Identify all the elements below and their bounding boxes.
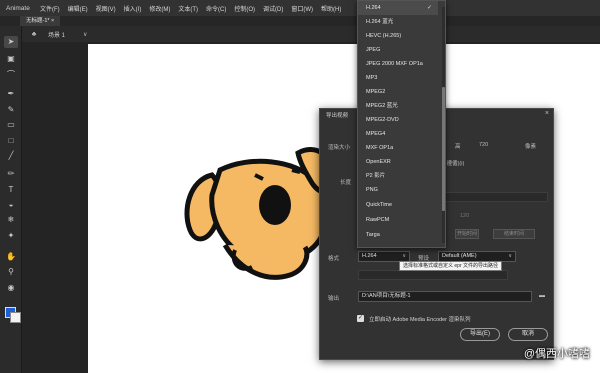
- dog-body: [222, 243, 310, 280]
- range-dropdown[interactable]: [430, 192, 548, 202]
- format-option-mpeg2[interactable]: MPEG2: [358, 85, 438, 99]
- document-tab-bar: 无标题-1* ×: [0, 16, 600, 26]
- pin-tool-icon[interactable]: ✦: [4, 230, 18, 242]
- dog-mouth: [259, 185, 291, 225]
- format-option-mpeg2-bluray[interactable]: MPEG2 蓝光: [358, 99, 438, 113]
- height-value[interactable]: 720: [479, 142, 488, 148]
- paint-bucket-icon[interactable]: ◒: [4, 199, 18, 211]
- chevron-down-icon: ∨: [508, 253, 512, 259]
- pencil-tool-icon[interactable]: ✏: [4, 168, 18, 180]
- output-path-field[interactable]: D:\AN项目\无标题-1: [358, 291, 532, 302]
- height-label: 高: [455, 144, 461, 150]
- dog-eye-right: [291, 168, 301, 174]
- format-select-value: H.264: [362, 253, 377, 259]
- launch-ame-label: 立即启动 Adobe Media Encoder 渲染队列: [369, 317, 471, 323]
- end-time-button[interactable]: 结束时间: [493, 229, 535, 239]
- folder-icon[interactable]: ▬: [539, 293, 548, 300]
- hand-tool-icon[interactable]: ✋: [4, 251, 18, 263]
- format-option-p2[interactable]: P2 影片: [358, 169, 438, 183]
- menu-window[interactable]: 窗口(W): [291, 4, 313, 13]
- fill-color-swatch[interactable]: [10, 312, 21, 323]
- format-option-mpeg2-dvd[interactable]: MPEG2-DVD: [358, 113, 438, 127]
- render-size-label: 渲染大小: [328, 145, 351, 151]
- watermark: @偶西小嗜嗜: [523, 348, 590, 360]
- export-button[interactable]: 导出(E): [460, 328, 500, 341]
- format-option-jpeg2000[interactable]: JPEG 2000 MXF OP1a: [358, 57, 438, 71]
- menu-commands[interactable]: 命令(C): [206, 4, 226, 13]
- output-label: 输出: [328, 296, 340, 302]
- brush-tool-icon[interactable]: ✎: [4, 104, 18, 116]
- menu-insert[interactable]: 插入(I): [124, 4, 142, 13]
- eye-icon[interactable]: ◉: [4, 282, 18, 294]
- pen-tool-icon[interactable]: ✒: [4, 88, 18, 100]
- dog-illustration[interactable]: [180, 135, 340, 285]
- eyedropper-icon[interactable]: ❄: [4, 214, 18, 226]
- close-icon[interactable]: ×: [545, 110, 549, 117]
- scene-bar: ♣ 场景 1 ∨: [22, 26, 600, 42]
- app-name: Animate: [6, 4, 30, 12]
- preset-path-field[interactable]: [358, 270, 508, 280]
- format-option-h264-bluray[interactable]: H.264 蓝光: [358, 15, 438, 29]
- tools-panel: ➤ ▣ ⌒ ✒ ✎ ▭ □ ╱ ✏ T ◒ ❄ ✦ ✋ ⚲ ◉: [0, 26, 22, 373]
- zoom-tool-icon[interactable]: ⚲: [4, 266, 18, 278]
- document-tab[interactable]: 无标题-1* ×: [20, 16, 61, 26]
- check-icon: ✓: [426, 5, 432, 11]
- format-option-jpeg[interactable]: JPEG: [358, 43, 438, 57]
- format-option-label: H.264: [366, 5, 381, 11]
- rectangle-tool-icon[interactable]: □: [4, 135, 18, 147]
- eraser-tool-icon[interactable]: ▭: [4, 119, 18, 131]
- pixels-label: 像素: [525, 144, 537, 150]
- format-option-mpeg4[interactable]: MPEG4: [358, 127, 438, 141]
- menu-file[interactable]: 文件(F): [40, 4, 60, 13]
- scene-name[interactable]: 场景 1: [48, 30, 65, 39]
- menu-help[interactable]: 帮助(H): [321, 4, 341, 13]
- text-tool-icon[interactable]: T: [4, 184, 18, 196]
- format-dropdown-list: H.264 ✓ H.264 蓝光 HEVC (H.265) JPEG JPEG …: [357, 0, 446, 248]
- scene-icon: ♣: [31, 30, 37, 38]
- format-option-mp3[interactable]: MP3: [358, 71, 438, 85]
- format-option-targa[interactable]: Targa: [358, 228, 438, 242]
- animate-app-window: Animate 文件(F) 编辑(E) 视图(V) 插入(I) 修改(M) 文本…: [0, 0, 600, 373]
- menu-edit[interactable]: 编辑(E): [68, 4, 88, 13]
- range-label: 长度: [340, 180, 352, 186]
- dropdown-scrollbar-thumb[interactable]: [442, 87, 445, 211]
- menu-control[interactable]: 控制(O): [234, 4, 255, 13]
- selection-tool-icon[interactable]: ➤: [4, 36, 18, 48]
- menu-debug[interactable]: 调试(D): [263, 4, 283, 13]
- format-option-openexr[interactable]: OpenEXR: [358, 155, 438, 169]
- format-option-rawpcm[interactable]: RawPCM: [358, 213, 438, 227]
- chevron-down-icon: ∨: [402, 253, 406, 259]
- format-option-mxf[interactable]: MXF OP1a: [358, 141, 438, 155]
- line-tool-icon[interactable]: ╱: [4, 150, 18, 162]
- lasso-tool-icon[interactable]: ⌒: [4, 69, 18, 81]
- cancel-button[interactable]: 取消: [508, 328, 548, 341]
- subselection-tool-icon[interactable]: ▣: [4, 53, 18, 65]
- preset-select-value: Default (AME): [442, 253, 477, 259]
- menu-bar: Animate 文件(F) 编辑(E) 视图(V) 插入(I) 修改(M) 文本…: [0, 0, 600, 16]
- chevron-down-icon[interactable]: ∨: [83, 31, 87, 38]
- num-field[interactable]: 120: [460, 213, 469, 219]
- format-label: 格式: [328, 256, 340, 262]
- menu-modify[interactable]: 修改(M): [149, 4, 170, 13]
- menu-view[interactable]: 视图(V): [96, 4, 116, 13]
- dialog-title: 导出视频: [326, 113, 349, 119]
- format-option-quicktime[interactable]: QuickTime: [358, 198, 438, 212]
- tooltip: 选择标准格式或自定义 epr 文件的导出路径: [399, 261, 503, 271]
- format-option-hevc[interactable]: HEVC (H.265): [358, 29, 438, 43]
- start-time-button[interactable]: 开始时间: [455, 229, 479, 239]
- launch-ame-checkbox[interactable]: ✓: [357, 315, 364, 322]
- format-option-h264[interactable]: H.264 ✓: [358, 1, 438, 15]
- menu-text[interactable]: 文本(T): [178, 4, 198, 13]
- format-option-png[interactable]: PNG: [358, 183, 438, 197]
